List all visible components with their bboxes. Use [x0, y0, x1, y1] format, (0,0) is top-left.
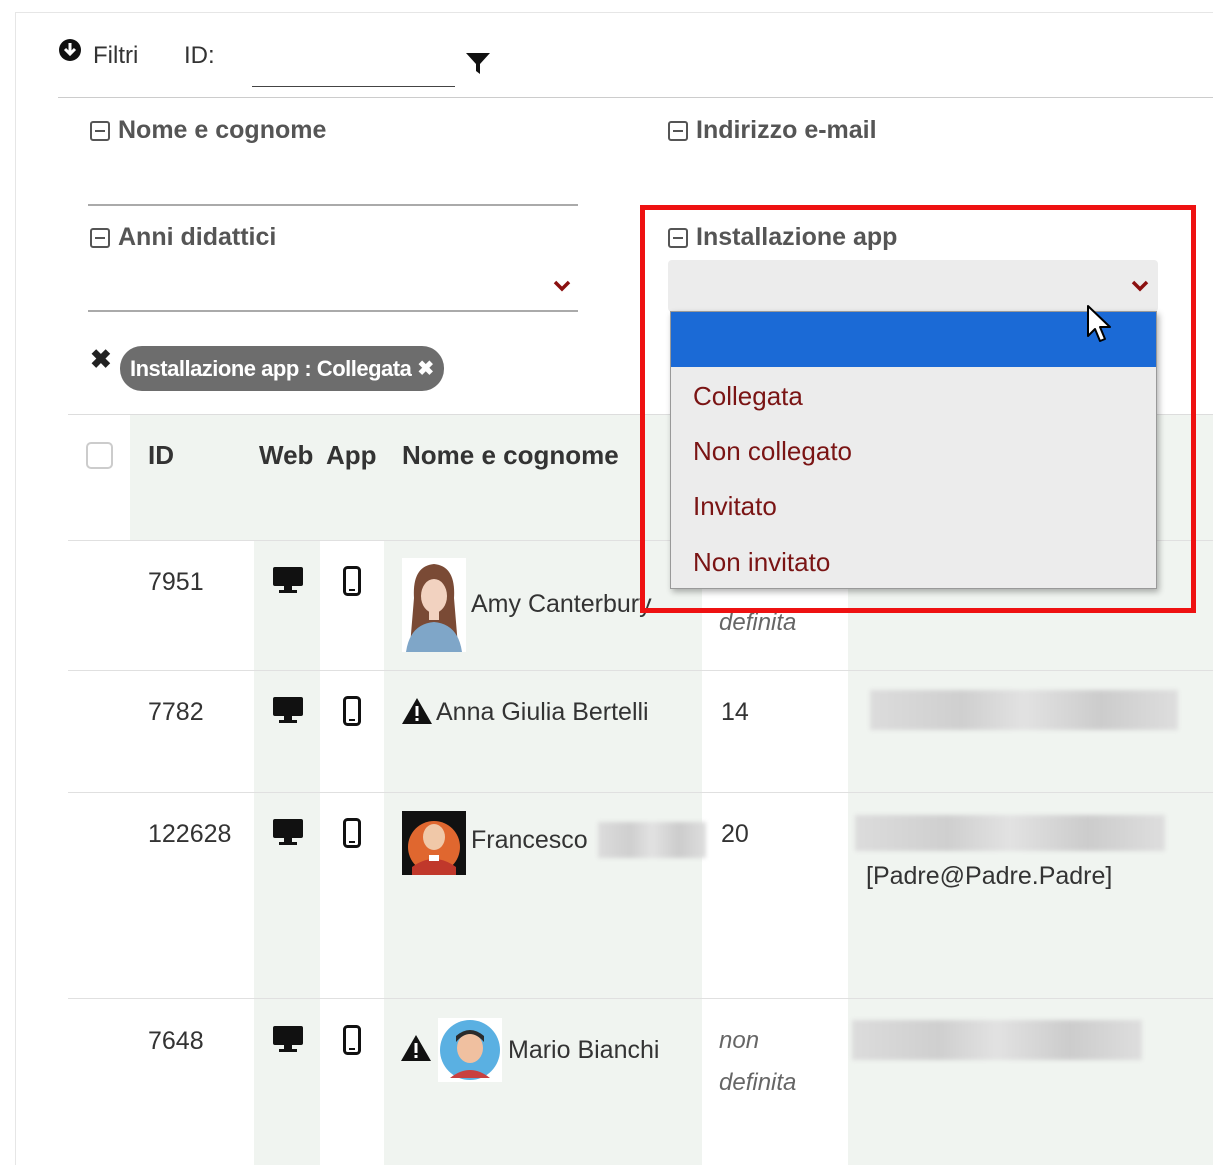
desktop-icon[interactable] [272, 696, 304, 724]
redacted-email [852, 1020, 1142, 1060]
divider [68, 792, 1213, 793]
years-filter-select[interactable] [88, 262, 578, 312]
row-name[interactable]: Amy Canterbury [471, 590, 652, 619]
phone-icon[interactable] [343, 1025, 361, 1055]
divider [68, 998, 1213, 999]
column-header-web[interactable]: Web [259, 440, 313, 471]
avatar [438, 1018, 502, 1082]
row-id: 122628 [148, 820, 232, 848]
divider [68, 670, 1213, 671]
close-icon[interactable]: ✖ [417, 356, 434, 381]
column-header-app[interactable]: App [326, 440, 377, 471]
clear-filters-icon[interactable]: ✖ [90, 344, 112, 375]
redacted-surname [598, 822, 706, 858]
highlight-box [640, 205, 1196, 613]
row-id: 7648 [148, 1027, 204, 1055]
column-header-name[interactable]: Nome e cognome [402, 440, 619, 471]
name-filter-header[interactable]: Nome e cognome [90, 116, 326, 145]
redacted-email [870, 690, 1178, 730]
collapse-field-icon [90, 227, 110, 248]
web-column [254, 540, 320, 1165]
desktop-icon[interactable] [272, 566, 304, 594]
years-filter-header[interactable]: Anni didattici [90, 223, 276, 252]
filters-toggle-label[interactable]: Filtri [93, 42, 138, 70]
row-name[interactable]: Anna Giulia Bertelli [436, 698, 649, 727]
row-name[interactable]: Francesco [471, 826, 588, 855]
column-header-id[interactable]: ID [148, 440, 174, 471]
id-filter-input[interactable] [252, 40, 455, 87]
name-filter-input[interactable] [88, 204, 578, 206]
divider [58, 97, 1213, 98]
email-filter-header[interactable]: Indirizzo e-mail [668, 116, 877, 145]
select-all-checkbox[interactable] [86, 442, 113, 469]
chevron-down-icon [553, 280, 571, 292]
row-id: 7782 [148, 698, 204, 726]
row-id: 7951 [148, 568, 204, 596]
active-filter-chip: Installazione app : Collegata ✖ [120, 346, 444, 391]
desktop-icon[interactable] [272, 1025, 304, 1053]
row-year: non definita [719, 1027, 797, 1096]
avatar [402, 811, 466, 875]
collapse-icon[interactable] [58, 38, 82, 62]
funnel-icon[interactable] [465, 52, 491, 76]
cursor-icon [1087, 305, 1111, 342]
name-filter-label: Nome e cognome [118, 116, 327, 144]
row-email: [Padre@Padre.Padre] [866, 862, 1113, 890]
phone-icon[interactable] [343, 818, 361, 848]
avatar [402, 558, 466, 652]
desktop-icon[interactable] [272, 818, 304, 846]
warning-icon [402, 698, 432, 724]
active-filter-label: Installazione app : Collegata [130, 355, 412, 381]
phone-icon[interactable] [343, 566, 361, 596]
email-column [848, 540, 1213, 1165]
row-year: 20 [721, 820, 749, 848]
row-name[interactable]: Mario Bianchi [508, 1036, 659, 1065]
email-filter-label: Indirizzo e-mail [696, 116, 877, 144]
row-year: 14 [721, 698, 749, 726]
redacted-email [855, 815, 1165, 851]
years-filter-label: Anni didattici [118, 223, 277, 251]
collapse-field-icon [668, 120, 688, 141]
collapse-field-icon [90, 120, 110, 141]
phone-icon[interactable] [343, 696, 361, 726]
warning-icon [401, 1035, 431, 1061]
id-filter-label: ID: [184, 42, 215, 69]
